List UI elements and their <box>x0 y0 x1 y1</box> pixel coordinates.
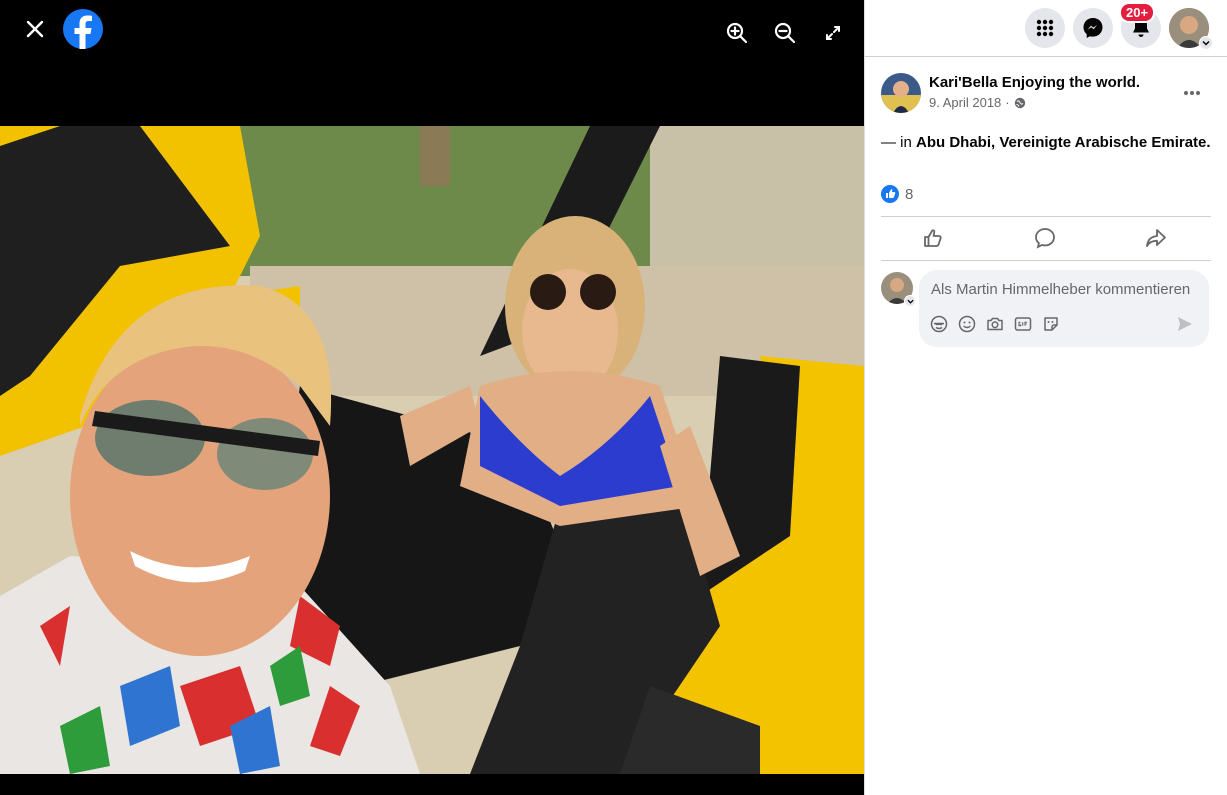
post-meta: 9. April 2018 · <box>929 95 1026 110</box>
post-sidebar: 20+ Kari'Bella Enjoying the world. 9. Ap… <box>864 0 1227 795</box>
thumbs-up-icon <box>924 229 942 247</box>
more-horizontal-icon <box>1184 91 1200 95</box>
fullscreen-button[interactable] <box>818 18 848 48</box>
messenger-icon <box>1083 18 1103 38</box>
like-reaction-icon <box>881 185 899 203</box>
send-button[interactable] <box>1175 314 1195 334</box>
notifications-badge: 20+ <box>1119 2 1156 23</box>
post-date[interactable]: 9. April 2018 <box>929 95 1001 110</box>
close-icon <box>26 20 44 38</box>
share-icon <box>1146 229 1166 247</box>
author-avatar[interactable] <box>881 73 921 113</box>
location-link[interactable]: Abu Dhabi, Vereinigte Arabische Emirate. <box>916 134 1211 151</box>
actions-bottom-divider <box>881 260 1211 261</box>
avatar-sticker-button[interactable] <box>929 314 949 334</box>
comment-input[interactable]: Als Martin Himmelheber kommentieren <box>919 270 1209 347</box>
messenger-button[interactable] <box>1073 8 1113 48</box>
like-button[interactable] <box>913 222 953 254</box>
location-prefix: — in <box>881 134 917 151</box>
sticker-button[interactable] <box>1041 314 1061 334</box>
comment-icon <box>1035 228 1055 249</box>
menu-button[interactable] <box>1025 8 1065 48</box>
menu-grid-icon <box>1036 19 1054 37</box>
post-author[interactable]: Kari'Bella Enjoying the world. <box>929 74 1140 91</box>
zoom-out-icon <box>774 22 796 44</box>
zoom-in-button[interactable] <box>722 18 752 48</box>
account-menu-chevron[interactable] <box>1199 36 1213 50</box>
date-separator: · <box>1005 95 1010 110</box>
actions-top-divider <box>881 216 1211 217</box>
sticker-icon <box>1044 317 1058 331</box>
like-count: 8 <box>905 185 914 203</box>
avatar-sticker-icon <box>930 315 948 333</box>
post-photo[interactable] <box>0 126 864 774</box>
commenter-switch[interactable] <box>904 295 916 307</box>
comment-button[interactable] <box>1025 222 1065 254</box>
reactions-summary[interactable]: 8 <box>881 185 913 203</box>
photo-button[interactable] <box>985 314 1005 334</box>
camera-icon <box>987 317 1003 331</box>
gif-icon <box>1014 317 1032 331</box>
header-divider <box>865 56 1227 57</box>
chevron-down-icon <box>1202 40 1210 46</box>
facebook-logo[interactable] <box>62 8 104 50</box>
comment-placeholder: Als Martin Himmelheber kommentieren <box>931 281 1191 298</box>
gif-button[interactable] <box>1013 314 1033 334</box>
post-options-button[interactable] <box>1177 78 1207 108</box>
share-button[interactable] <box>1136 222 1176 254</box>
close-button[interactable] <box>20 14 50 44</box>
send-icon <box>1178 317 1192 331</box>
zoom-in-icon <box>726 22 748 44</box>
chevron-down-icon <box>906 299 914 304</box>
emoji-icon <box>958 315 976 333</box>
globe-icon <box>1014 97 1025 108</box>
emoji-button[interactable] <box>957 314 977 334</box>
zoom-out-button[interactable] <box>770 18 800 48</box>
fullscreen-icon <box>826 26 840 40</box>
photo-viewer <box>0 0 864 795</box>
post-location-line: — in Abu Dhabi, Vereinigte Arabische Emi… <box>881 134 1211 151</box>
